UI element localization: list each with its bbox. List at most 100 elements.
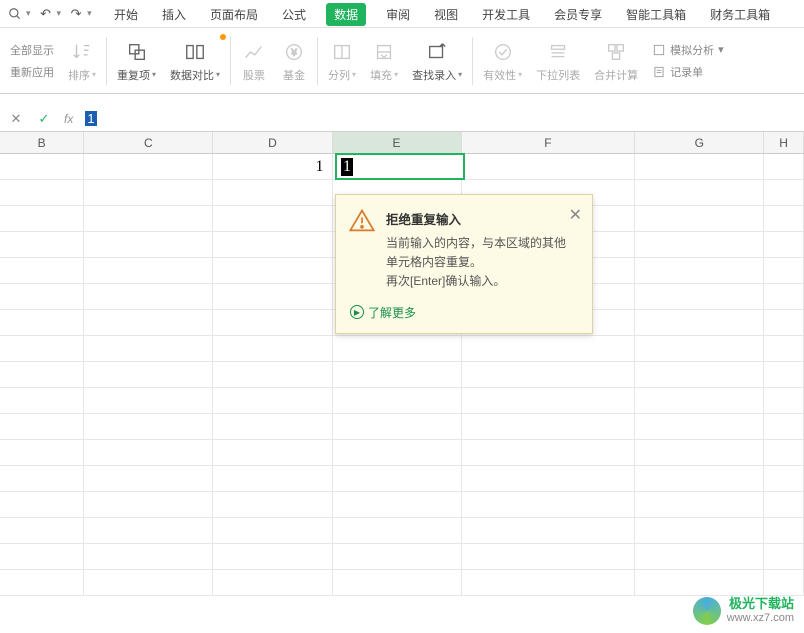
formula-bar: ✕ ✓ fx 1 bbox=[0, 106, 804, 132]
chevron-down-icon: ▾ bbox=[352, 70, 356, 79]
dropdown-button[interactable]: 下拉列表 bbox=[530, 32, 586, 89]
tab-start[interactable]: 开始 bbox=[110, 2, 142, 27]
tab-page-layout[interactable]: 页面布局 bbox=[206, 2, 262, 27]
fund-icon: ¥ bbox=[281, 39, 307, 65]
tab-insert[interactable]: 插入 bbox=[158, 2, 190, 27]
cell[interactable] bbox=[635, 154, 764, 179]
split-icon bbox=[329, 39, 355, 65]
ribbon: 全部显示 重新应用 排序▾ 重复项▾ 数据对比▾ 股票 ¥ 基金 分列▾ 填充▾… bbox=[0, 28, 804, 94]
duplicates-label: 重复项 bbox=[117, 67, 150, 83]
col-header-g[interactable]: G bbox=[635, 132, 764, 153]
fund-button[interactable]: ¥ 基金 bbox=[275, 32, 313, 89]
tab-data[interactable]: 数据 bbox=[326, 3, 366, 26]
active-cell-value: 1 bbox=[341, 158, 353, 176]
reapply-button[interactable]: 重新应用 bbox=[10, 64, 54, 80]
formula-value[interactable]: 1 bbox=[85, 111, 96, 126]
record-form-button[interactable]: 记录单 bbox=[652, 64, 724, 80]
validity-label: 有效性 bbox=[483, 67, 516, 83]
col-header-d[interactable]: D bbox=[213, 132, 332, 153]
fx-label[interactable]: fx bbox=[64, 112, 73, 126]
duplicates-button[interactable]: 重复项▾ bbox=[111, 32, 162, 89]
find-input-label: 查找录入 bbox=[412, 67, 456, 83]
grid-row[interactable] bbox=[0, 518, 804, 544]
fill-label: 填充 bbox=[370, 67, 392, 83]
learn-more-link[interactable]: ▶ 了解更多 bbox=[350, 304, 576, 321]
grid-row[interactable] bbox=[0, 440, 804, 466]
tab-smart-tools[interactable]: 智能工具箱 bbox=[622, 2, 690, 27]
grid-row[interactable] bbox=[0, 362, 804, 388]
cell[interactable] bbox=[462, 154, 636, 179]
col-header-e[interactable]: E bbox=[333, 132, 462, 153]
tab-finance-tools[interactable]: 财务工具箱 bbox=[706, 2, 774, 27]
watermark-name: 极光下载站 bbox=[727, 596, 794, 612]
watermark-url: www.xz7.com bbox=[727, 612, 794, 625]
learn-more-label: 了解更多 bbox=[368, 304, 416, 321]
grid-row[interactable] bbox=[0, 388, 804, 414]
separator bbox=[472, 37, 473, 85]
duplicates-icon bbox=[124, 39, 150, 65]
duplicate-warning-popup: ✕ 拒绝重复输入 当前输入的内容，与本区域的其他单元格内容重复。 再次[Ente… bbox=[335, 194, 593, 334]
chevron-down-icon: ▾ bbox=[458, 70, 462, 79]
popup-line1: 当前输入的内容，与本区域的其他单元格内容重复。 bbox=[386, 234, 576, 272]
svg-text:¥: ¥ bbox=[291, 47, 298, 57]
cell-d1[interactable]: 1 bbox=[213, 154, 332, 179]
col-header-f[interactable]: F bbox=[462, 132, 636, 153]
split-button[interactable]: 分列▾ bbox=[322, 32, 362, 89]
tab-view[interactable]: 视图 bbox=[430, 2, 462, 27]
tab-review[interactable]: 审阅 bbox=[382, 2, 414, 27]
close-button[interactable]: ✕ bbox=[569, 205, 582, 225]
data-compare-label: 数据对比 bbox=[170, 67, 214, 83]
fill-button[interactable]: 填充▾ bbox=[364, 32, 404, 89]
validity-button[interactable]: 有效性▾ bbox=[477, 32, 528, 89]
watermark: 极光下载站 www.xz7.com bbox=[693, 596, 794, 625]
validity-icon bbox=[490, 39, 516, 65]
sort-icon bbox=[69, 39, 95, 65]
sim-analysis-button[interactable]: 模拟分析▾ bbox=[652, 42, 724, 58]
tab-member[interactable]: 会员专享 bbox=[550, 2, 606, 27]
chevron-down-icon: ▾ bbox=[216, 70, 220, 79]
col-header-b[interactable]: B bbox=[0, 132, 84, 153]
chevron-down-icon: ▾ bbox=[92, 70, 96, 79]
column-headers: B C D E F G H bbox=[0, 132, 804, 154]
tab-formula[interactable]: 公式 bbox=[278, 2, 310, 27]
col-header-c[interactable]: C bbox=[84, 132, 213, 153]
cell[interactable] bbox=[84, 154, 213, 179]
stock-label: 股票 bbox=[243, 67, 265, 83]
grid-row[interactable] bbox=[0, 570, 804, 596]
tab-dev[interactable]: 开发工具 bbox=[478, 2, 534, 27]
split-label: 分列 bbox=[328, 67, 350, 83]
popup-title: 拒绝重复输入 bbox=[386, 209, 576, 228]
consolidate-label: 合并计算 bbox=[594, 67, 638, 83]
consolidate-icon bbox=[603, 39, 629, 65]
cancel-button[interactable]: ✕ bbox=[8, 111, 24, 127]
separator bbox=[230, 37, 231, 85]
col-header-h[interactable]: H bbox=[764, 132, 804, 153]
grid-row[interactable] bbox=[0, 492, 804, 518]
data-compare-button[interactable]: 数据对比▾ bbox=[164, 32, 226, 89]
confirm-button[interactable]: ✓ bbox=[36, 111, 52, 127]
chevron-down-icon: ▾ bbox=[152, 70, 156, 79]
grid-row[interactable] bbox=[0, 544, 804, 570]
chevron-down-icon: ▾ bbox=[394, 70, 398, 79]
consolidate-button[interactable]: 合并计算 bbox=[588, 32, 644, 89]
warning-icon bbox=[348, 207, 376, 235]
popup-body: 当前输入的内容，与本区域的其他单元格内容重复。 再次[Enter]确认输入。 bbox=[386, 234, 576, 292]
cell[interactable] bbox=[0, 154, 84, 179]
separator bbox=[317, 37, 318, 85]
active-cell-e1[interactable]: 1 bbox=[335, 153, 465, 180]
ribbon-analysis-group: 模拟分析▾ 记录单 bbox=[646, 32, 730, 89]
find-input-icon bbox=[424, 39, 450, 65]
show-all-button[interactable]: 全部显示 bbox=[10, 42, 54, 58]
watermark-icon bbox=[693, 597, 721, 625]
ribbon-filter-group: 全部显示 重新应用 bbox=[4, 32, 60, 89]
fill-icon bbox=[371, 39, 397, 65]
sort-label: 排序 bbox=[68, 67, 90, 83]
grid-row[interactable] bbox=[0, 414, 804, 440]
find-input-button[interactable]: 查找录入▾ bbox=[406, 32, 468, 89]
grid-row[interactable] bbox=[0, 336, 804, 362]
cell[interactable] bbox=[764, 154, 804, 179]
ribbon-tabs: 开始 插入 页面布局 公式 数据 审阅 视图 开发工具 会员专享 智能工具箱 财… bbox=[0, 0, 774, 28]
stock-button[interactable]: 股票 bbox=[235, 32, 273, 89]
sort-button[interactable]: 排序▾ bbox=[62, 32, 102, 89]
grid-row[interactable] bbox=[0, 466, 804, 492]
